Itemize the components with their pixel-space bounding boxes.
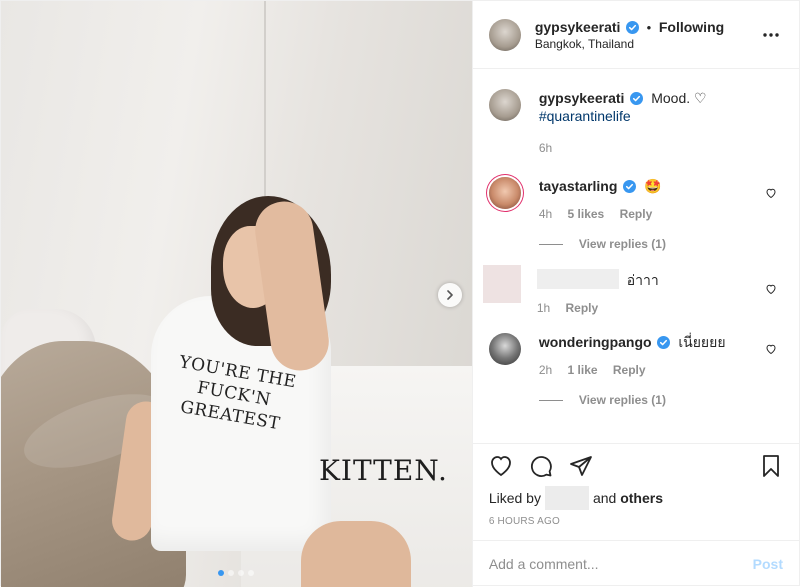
comment-input[interactable]	[488, 556, 753, 572]
commenter-avatar-redacted[interactable]	[482, 265, 521, 303]
liked-by-prefix: Liked by	[488, 490, 541, 506]
commenter-avatar[interactable]	[488, 177, 521, 209]
post-comment-button[interactable]: Post	[753, 556, 783, 572]
replies-line	[538, 243, 563, 245]
caption-meta: 6h	[539, 139, 783, 157]
headboard-print: KITTEN.	[319, 454, 448, 487]
heart-icon[interactable]	[765, 187, 777, 199]
liked-by-others-link[interactable]: others	[620, 490, 663, 506]
comment-time: 4h	[538, 207, 553, 221]
post-actions: Liked by and others 6 HOURS AGO	[472, 443, 799, 540]
header-separator: •	[646, 19, 652, 35]
follow-button[interactable]: Following	[659, 19, 724, 35]
instagram-post: YOU'RE THE FUCK'N GREATEST KITTEN. gypsy…	[0, 0, 800, 587]
comment-meta: 1h Reply	[537, 299, 783, 317]
wall-seam	[264, 1, 266, 211]
comment-username-redacted[interactable]	[536, 269, 619, 289]
comment-text: 🤩	[644, 178, 662, 194]
view-replies-label: View replies (1)	[578, 393, 666, 407]
liked-by: Liked by and others	[489, 486, 783, 510]
post-header: gypsykeerati • Following Bangkok, Thaila…	[472, 1, 799, 69]
comment-meta: 2h 1 like Reply	[539, 361, 783, 379]
author-avatar[interactable]	[488, 18, 521, 51]
comment-body: tayastarling 🤩 4h 5 likes Reply	[539, 177, 783, 223]
comment-username[interactable]: tayastarling	[539, 178, 618, 194]
post-photo[interactable]: YOU'RE THE FUCK'N GREATEST KITTEN.	[1, 1, 472, 587]
liked-by-and: and	[592, 490, 617, 506]
verified-badge-icon	[626, 20, 640, 34]
comment-text: อ่าาา	[626, 272, 659, 288]
action-icons	[489, 454, 783, 478]
comment-item: tayastarling 🤩 4h 5 likes Reply	[488, 177, 783, 223]
location-link[interactable]: Bangkok, Thailand	[535, 37, 759, 51]
carousel-dot-4	[248, 570, 254, 576]
carousel-dot-2	[228, 570, 234, 576]
replies-line	[538, 399, 563, 401]
caption-text: Mood. ♡	[651, 90, 707, 106]
hashtag-link[interactable]: #quarantinelife	[539, 108, 631, 124]
comment-time: 2h	[538, 363, 553, 377]
comment-likes[interactable]: 1 like	[568, 363, 598, 377]
carousel-dot-3	[238, 570, 244, 576]
author-avatar[interactable]	[488, 89, 521, 121]
caption: gypsykeerati Mood. ♡ #quarantinelife 6h	[488, 89, 783, 157]
caption-username[interactable]: gypsykeerati	[539, 90, 625, 106]
view-replies-button[interactable]: View replies (1)	[538, 393, 783, 407]
post-side-panel: gypsykeerati • Following Bangkok, Thaila…	[471, 1, 799, 587]
verified-badge-icon	[623, 180, 637, 193]
reply-button[interactable]: Reply	[620, 207, 653, 221]
view-replies-button[interactable]: View replies (1)	[538, 237, 783, 251]
comment-body: อ่าาา 1h Reply	[536, 265, 783, 317]
reply-button[interactable]: Reply	[566, 301, 599, 315]
heart-icon[interactable]	[489, 454, 513, 478]
commenter-avatar[interactable]	[488, 333, 521, 365]
bookmark-icon[interactable]	[759, 454, 783, 478]
post-timestamp[interactable]: 6 HOURS AGO	[489, 516, 783, 527]
more-options-button[interactable]	[759, 23, 783, 47]
carousel-indicator	[218, 570, 254, 576]
leg	[301, 521, 411, 587]
caption-time: 6h	[538, 141, 553, 155]
comment-body: wonderingpango เนี่ยยยย 2h 1 like Reply	[539, 333, 783, 379]
comment-likes[interactable]: 5 likes	[568, 207, 605, 221]
heart-icon[interactable]	[765, 343, 777, 355]
more-options-icon	[763, 32, 779, 37]
share-icon[interactable]	[569, 454, 593, 478]
comment-text: เนี่ยยยย	[678, 334, 726, 350]
carousel-dot-1	[218, 570, 224, 576]
comment-meta: 4h 5 likes Reply	[539, 205, 783, 223]
comment-icon[interactable]	[529, 454, 553, 478]
carousel-next-button[interactable]	[438, 283, 462, 307]
reply-button[interactable]: Reply	[613, 363, 646, 377]
view-replies-label: View replies (1)	[578, 237, 666, 251]
comment-item: wonderingpango เนี่ยยยย 2h 1 like Reply	[488, 333, 783, 379]
chevron-right-icon	[447, 290, 453, 300]
verified-badge-icon	[657, 336, 671, 349]
comment-item: อ่าาา 1h Reply	[482, 265, 783, 317]
heart-icon[interactable]	[765, 283, 777, 295]
header-text: gypsykeerati • Following Bangkok, Thaila…	[535, 19, 759, 51]
verified-badge-icon	[630, 92, 644, 105]
author-username[interactable]: gypsykeerati	[535, 19, 621, 35]
comment-time: 1h	[536, 301, 551, 315]
liked-by-user-redacted[interactable]	[544, 486, 589, 510]
add-comment-bar: Post	[472, 540, 799, 587]
comment-username[interactable]: wonderingpango	[539, 334, 652, 350]
comments-list: gypsykeerati Mood. ♡ #quarantinelife 6h …	[473, 69, 799, 443]
caption-body: gypsykeerati Mood. ♡ #quarantinelife 6h	[539, 89, 783, 157]
